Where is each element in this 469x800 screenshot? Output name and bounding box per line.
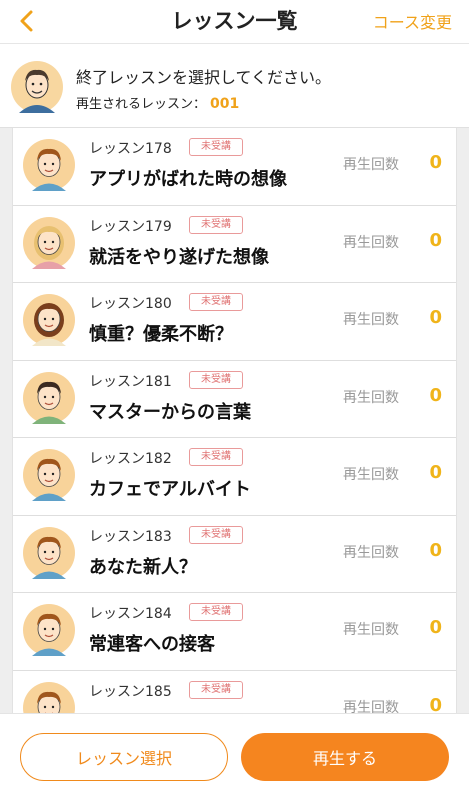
play-count-value: 0 <box>429 307 442 328</box>
lesson-title: 慎重？優柔不断？ <box>89 324 233 345</box>
lesson-number-label: レッスン178 <box>89 141 172 157</box>
lesson-number-label: レッスン179 <box>89 218 172 235</box>
lesson-title: アプリがばれた時の想像 <box>89 169 287 190</box>
lesson-avatar-icon <box>23 216 75 269</box>
lesson-avatar-icon <box>23 604 75 656</box>
lesson-row[interactable]: レッスン179 未受講就活をやり遂げた想像 再生回数 0 <box>13 206 456 283</box>
play-count-label: 再生回数 <box>343 544 399 561</box>
lesson-avatar-icon <box>23 449 75 501</box>
lesson-list: レッスン178 未受講 アプリがばれた時の想像 再生回数 0 レッスン179 未受講 就活をや… <box>12 128 457 713</box>
play-count-value: 0 <box>429 539 442 561</box>
play-count-label: 再生回数 <box>343 157 399 173</box>
lesson-title: 就活をやり遂げた想像 <box>89 246 269 268</box>
play-count-value: 0 <box>429 152 442 173</box>
play-count-label: 再生回数 <box>343 467 399 483</box>
lesson-avatar-icon <box>23 681 75 713</box>
not-taken-badge: 未受講 <box>189 525 243 544</box>
play-count-label: 再生回数 <box>343 389 399 406</box>
lesson-row[interactable]: レッスン178 未受講アプリがばれた時の想像 再生回数 0 <box>13 128 456 206</box>
lesson-avatar-icon <box>23 139 75 191</box>
lesson-row[interactable]: レッスン184 未受講常連客への接客 再生回数 0 <box>13 593 456 671</box>
play-count-label: 再生回数 <box>343 699 399 714</box>
lesson-select-button[interactable]: レッスン選択 <box>20 733 228 781</box>
lesson-title: カフェでアルバイト <box>89 479 251 500</box>
lesson-number-label: レッスン181 <box>89 373 172 390</box>
play-count-value: 0 <box>429 229 442 251</box>
selection-info: 終了レッスンを選択してください。 再生されるレッスン： 001 <box>0 45 469 128</box>
lesson-avatar-icon <box>23 294 75 346</box>
not-taken-badge: 未受講 <box>189 680 243 699</box>
course-change-link[interactable]: コース変更 <box>373 9 452 33</box>
play-count-label: 再生回数 <box>343 312 399 328</box>
not-taken-badge: 未受講 <box>189 370 243 389</box>
lesson-title: マスターからの言葉 <box>89 401 251 423</box>
play-count-value: 0 <box>429 462 442 483</box>
not-taken-badge: 未受講 <box>189 603 243 621</box>
teacher-avatar-icon <box>11 61 63 113</box>
lesson-row[interactable]: レッスン185 未受講再生回数 0 <box>13 671 456 714</box>
lesson-title: あなた新人？ <box>89 556 197 578</box>
play-count-label: 再生回数 <box>343 622 399 638</box>
not-taken-badge: 未受講 <box>189 293 243 311</box>
lesson-avatar-icon <box>23 371 75 424</box>
play-count-value: 0 <box>429 384 442 406</box>
not-taken-badge: 未受講 <box>189 138 243 156</box>
lesson-number-label: レッスン183 <box>89 528 172 545</box>
play-count-value: 0 <box>429 617 442 638</box>
current-lesson-label: 再生されるレッスン： <box>76 97 207 112</box>
lesson-row[interactable]: レッスン181 未受講マスターからの言葉 再生回数 0 <box>13 361 456 438</box>
lesson-title: 常連客への接客 <box>89 634 215 655</box>
lesson-number-label: レッスン184 <box>89 606 172 622</box>
play-button[interactable]: 再生する <box>241 733 449 781</box>
lesson-number-label: レッスン182 <box>89 451 172 467</box>
current-lesson-number: 001 <box>210 96 240 112</box>
lesson-row[interactable]: レッスン183 未受講あなた新人？ 再生回数 0 <box>13 516 456 593</box>
lesson-avatar-icon <box>23 526 75 579</box>
lesson-row[interactable]: レッスン182 未受講カフェでアルバイト 再生回数 0 <box>13 438 456 516</box>
not-taken-badge: 未受講 <box>189 448 243 466</box>
bottom-bar: レッスン選択 再生する <box>0 713 469 800</box>
lesson-list-area[interactable]: レッスン178 未受講 アプリがばれた時の想像 再生回数 0 レッスン179 未受講 就活をや… <box>0 128 469 713</box>
lesson-number-label: レッスン180 <box>89 296 172 312</box>
current-lesson-line: 再生されるレッスン： 001 <box>76 93 239 112</box>
top-bar: レッスン一覧 コース変更 <box>0 0 469 44</box>
lesson-number-label: レッスン185 <box>89 683 172 700</box>
instruction-text: 終了レッスンを選択してください。 <box>76 68 332 87</box>
play-count-value: 0 <box>429 694 442 714</box>
play-count-label: 再生回数 <box>343 234 399 251</box>
not-taken-badge: 未受講 <box>189 215 243 234</box>
lesson-row[interactable]: レッスン180 未受講慎重？優柔不断？ 再生回数 0 <box>13 283 456 361</box>
